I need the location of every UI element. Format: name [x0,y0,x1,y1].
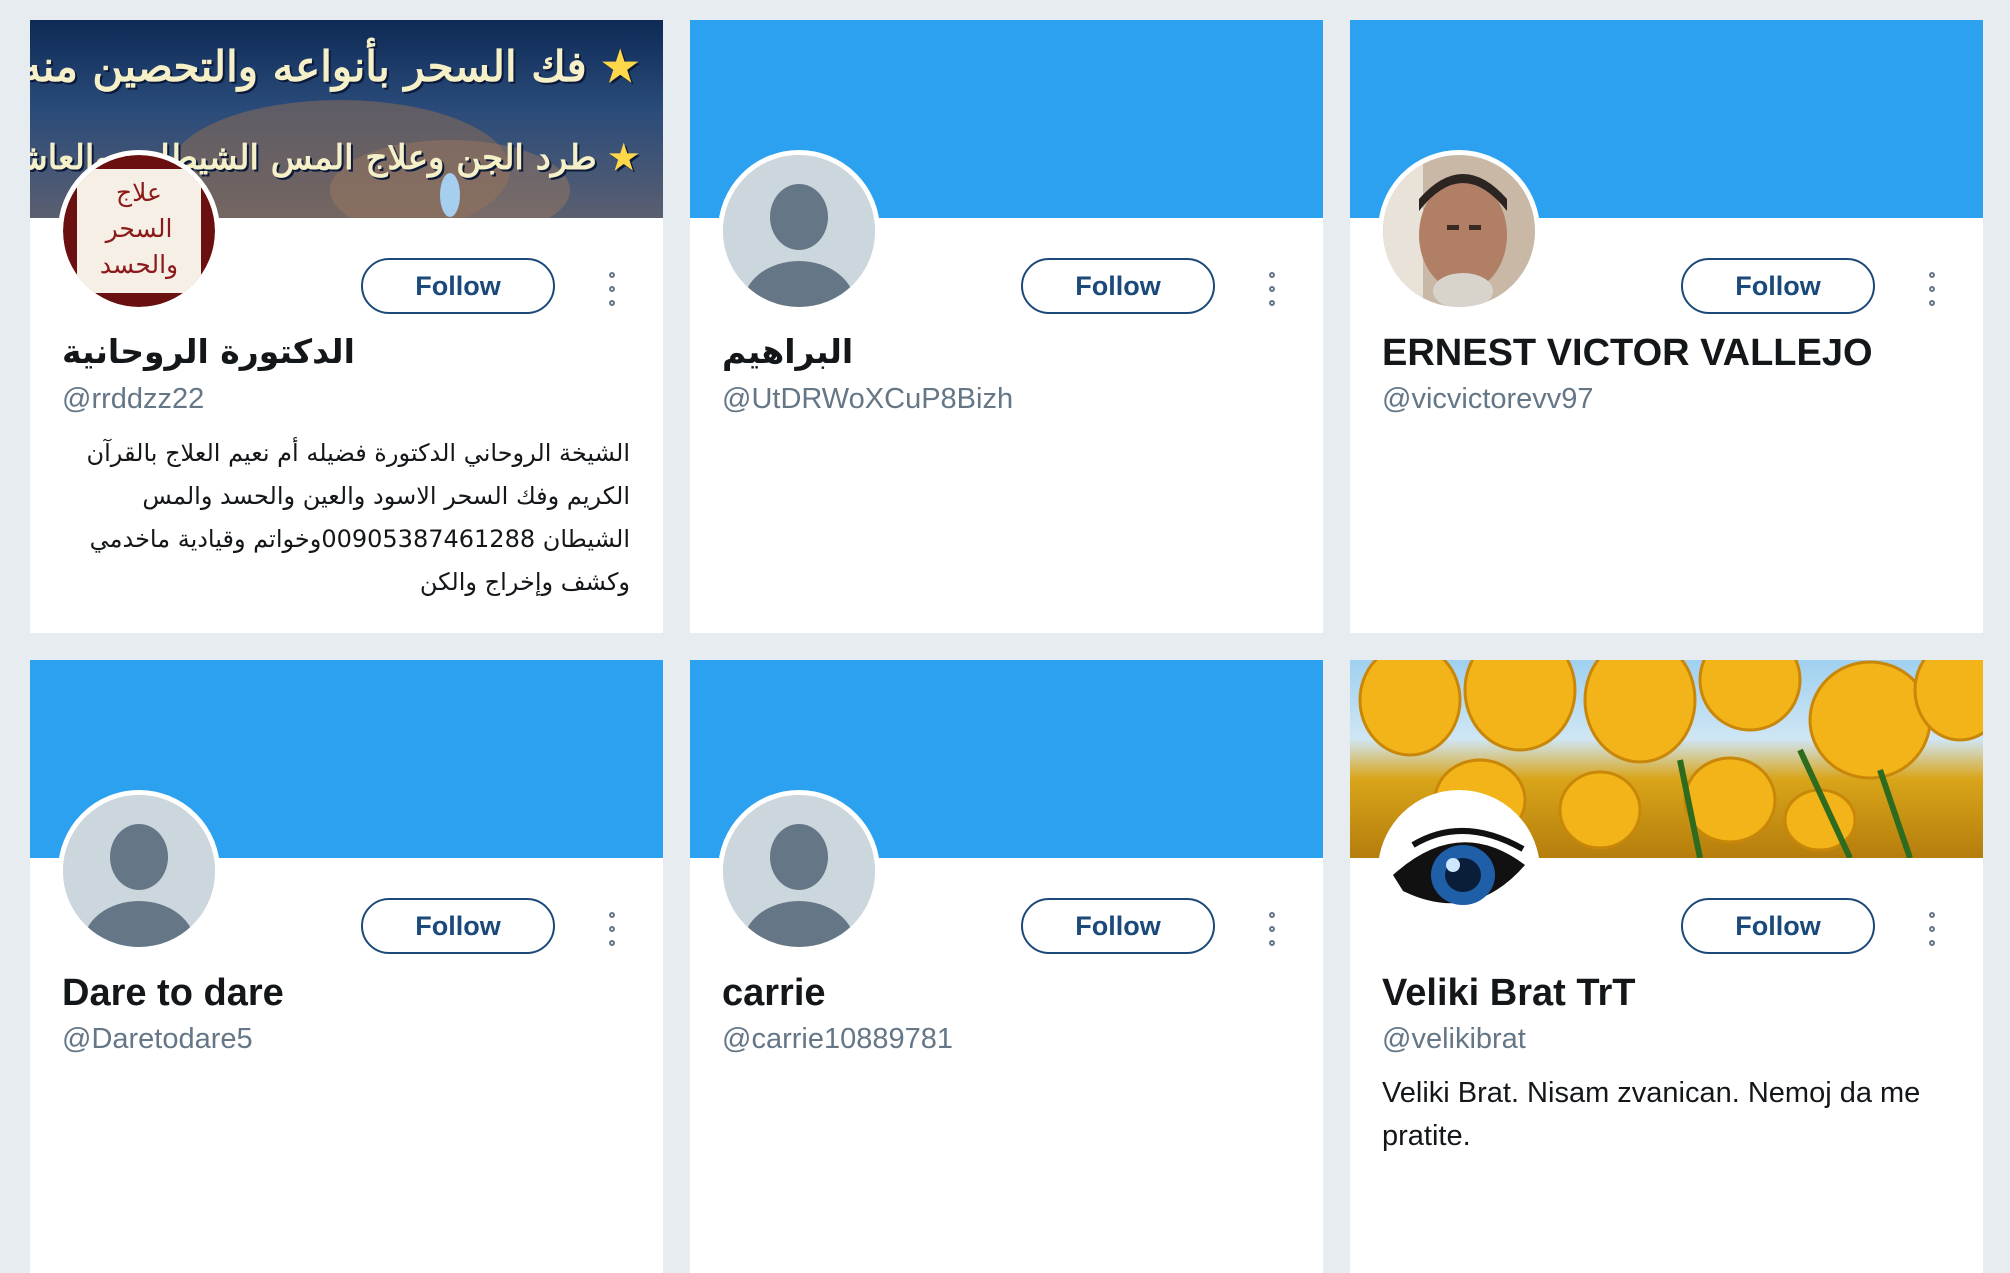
user-card[interactable]: Follow Dare to dare @Daretodare5 [30,660,663,1273]
username-handle[interactable]: @rrddzz22 [62,383,204,416]
avatar[interactable] [718,790,880,952]
follow-button[interactable]: Follow [1021,898,1215,954]
username-handle[interactable]: @velikibrat [1382,1023,1526,1056]
display-name[interactable]: الدكتورة الروحانية [62,332,355,371]
user-card[interactable]: Follow البراهيم @UtDRWoXCuP8Bizh [690,20,1323,633]
follow-button[interactable]: Follow [361,898,555,954]
follow-button[interactable]: Follow [1681,258,1875,314]
username-handle[interactable]: @carrie10889781 [722,1023,953,1056]
display-name[interactable]: ERNEST VICTOR VALLEJO [1382,332,1952,375]
avatar[interactable] [1378,150,1540,312]
follow-button[interactable]: Follow [361,258,555,314]
avatar[interactable]: علاج السحر والحسد [58,150,220,312]
avatar-logo-text: علاج السحر والحسد [99,178,179,279]
avatar[interactable] [58,790,220,952]
banner-text-line-1: ★ فك السحر بأنواعه والتحصين منه [30,42,639,91]
more-options-icon[interactable] [1260,272,1284,306]
display-name[interactable]: Dare to dare [62,972,632,1015]
user-card[interactable]: Follow carrie @carrie10889781 [690,660,1323,1273]
username-handle[interactable]: @Daretodare5 [62,1023,253,1056]
profile-bio: الشيخة الروحاني الدكتورة فضيله أم نعيم ا… [86,439,630,596]
user-card-grid: ★ فك السحر بأنواعه والتحصين منه ★ طرد ال… [0,0,2010,1273]
avatar[interactable] [718,150,880,312]
more-options-icon[interactable] [1260,912,1284,946]
more-options-icon[interactable] [600,912,624,946]
default-avatar-icon [723,155,875,307]
follow-button[interactable]: Follow [1681,898,1875,954]
default-avatar-icon [63,795,215,947]
follow-button[interactable]: Follow [1021,258,1215,314]
username-handle[interactable]: @UtDRWoXCuP8Bizh [722,383,1013,416]
user-card[interactable]: Follow Veliki Brat TrT @velikibrat Velik… [1350,660,1983,1273]
display-name[interactable]: البراهيم [722,332,853,371]
display-name[interactable]: Veliki Brat TrT [1382,972,1952,1015]
photo-avatar [1383,155,1535,307]
user-card[interactable]: Follow ERNEST VICTOR VALLEJO @vicvictore… [1350,20,1983,633]
display-name[interactable]: carrie [722,972,1292,1015]
more-options-icon[interactable] [1920,272,1944,306]
default-avatar-icon [723,795,875,947]
more-options-icon[interactable] [600,272,624,306]
username-handle[interactable]: @vicvictorevv97 [1382,383,1594,416]
avatar[interactable] [1378,790,1540,952]
more-options-icon[interactable] [1920,912,1944,946]
user-card[interactable]: ★ فك السحر بأنواعه والتحصين منه ★ طرد ال… [30,20,663,633]
eye-icon [1393,828,1525,905]
profile-bio: Veliki Brat. Nisam zvanican. Nemoj da me… [1382,1077,1921,1152]
